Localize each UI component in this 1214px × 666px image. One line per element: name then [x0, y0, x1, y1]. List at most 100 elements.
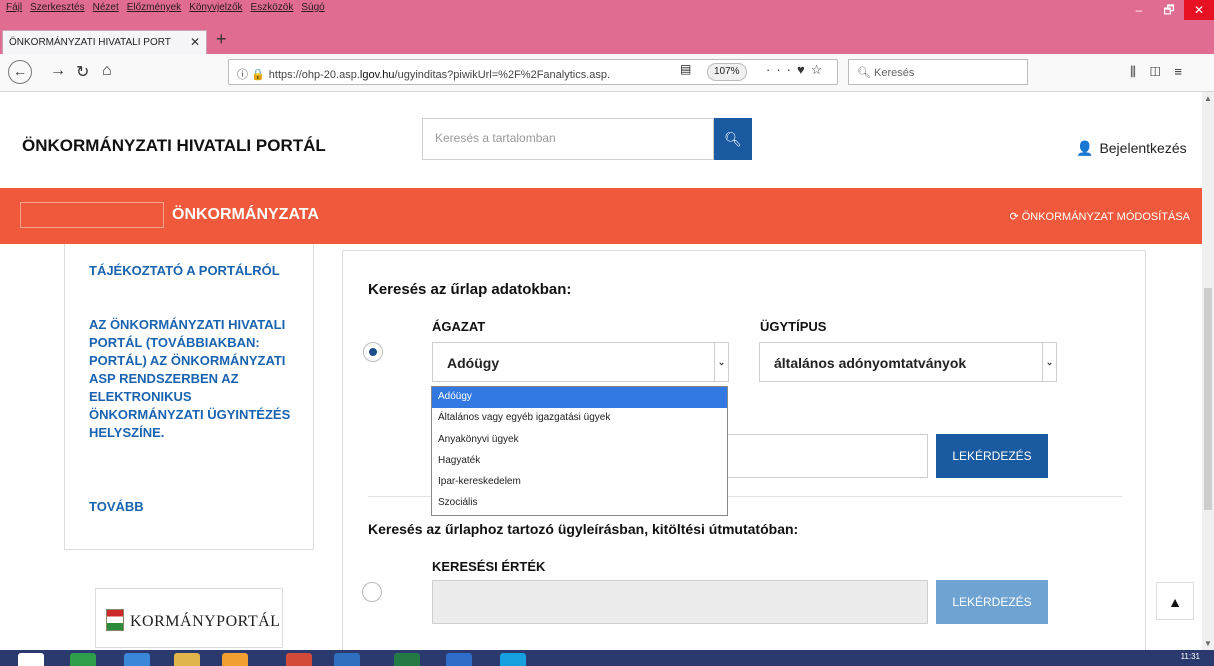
minimize-button[interactable]: –	[1124, 0, 1154, 20]
menu-bar: Fájl Szerkesztés Nézet Előzmények Könyvj…	[6, 2, 325, 13]
lock-icon: 🔒	[251, 69, 265, 81]
keresesi-ertek-label: KERESÉSI ÉRTÉK	[432, 559, 546, 574]
ugytipus-selected-value: általános adónyomtatványok	[774, 355, 967, 371]
chevron-down-icon: ⌄	[714, 343, 728, 381]
login-label: Bejelentkezés	[1099, 140, 1187, 156]
page-scrollbar[interactable]: ▲ ▼	[1202, 92, 1214, 650]
browser-search-input[interactable]: 🔍︎ Keresés	[848, 59, 1028, 85]
query-button[interactable]: LEKÉRDEZÉS	[936, 434, 1048, 478]
kormanyportal-text: KORMÁNYPORTÁL	[130, 613, 281, 630]
menu-history[interactable]: Előzmények	[127, 2, 181, 13]
library-icon[interactable]: ⫼	[1130, 64, 1150, 79]
url-host: lgov.hu	[359, 69, 395, 81]
search-icon: 🔍︎	[724, 131, 742, 147]
menu-bookmarks[interactable]: Könyvjelzők	[189, 2, 242, 13]
browser-tab[interactable]: ÖNKORMÁNYZATI HIVATALI PORT ✕	[2, 30, 207, 54]
dropdown-option[interactable]: Hagyaték	[432, 451, 727, 472]
pocket-icon[interactable]: ♥	[797, 62, 811, 77]
window-controls: – 🗗 ✕	[1124, 0, 1214, 20]
home-icon[interactable]: ⌂	[102, 62, 112, 80]
url-prefix: https://ohp-20.asp.	[268, 69, 360, 81]
dropdown-option[interactable]: Anyakönyvi ügyek	[432, 430, 727, 451]
refresh-icon: ⟳	[1009, 211, 1019, 223]
change-municipality-link[interactable]: ⟳ ÖNKORMÁNYZAT MÓDOSÍTÁSA	[1009, 210, 1190, 223]
more-actions-icon[interactable]: ···	[766, 62, 797, 77]
scroll-down-icon[interactable]: ▼	[1204, 639, 1212, 648]
description-search-heading: Keresés az űrlaphoz tartozó ügyleírásban…	[368, 521, 799, 537]
menu-view[interactable]: Nézet	[93, 2, 119, 13]
change-municipality-label: ÖNKORMÁNYZAT MÓDOSÍTÁSA	[1021, 211, 1190, 223]
page-actions: ···♥☆	[766, 62, 828, 78]
back-button[interactable]: ←	[8, 60, 32, 84]
login-link[interactable]: 👤 Bejelentkezés	[1076, 140, 1187, 157]
start-icon[interactable]	[18, 653, 44, 666]
menu-edit[interactable]: Szerkesztés	[30, 2, 84, 13]
form-search-heading: Keresés az űrlap adatokban:	[368, 281, 572, 298]
reader-view-icon[interactable]: ▤	[680, 62, 691, 76]
tab-close-icon[interactable]: ✕	[190, 35, 200, 49]
firefox-icon[interactable]	[222, 653, 248, 666]
sidebar-more-link[interactable]: TOVÁBB	[89, 498, 309, 516]
tab-strip: ÖNKORMÁNYZATI HIVATALI PORT ✕	[0, 28, 1214, 54]
ie-icon[interactable]	[124, 653, 150, 666]
user-icon: 👤	[1076, 140, 1094, 156]
scrollbar-thumb[interactable]	[1204, 288, 1212, 510]
windows-taskbar: 11:31	[0, 650, 1214, 666]
sidebar-link-about[interactable]: TÁJÉKOZTATÓ A PORTÁLRÓL	[89, 262, 309, 280]
ugytipus-select[interactable]: általános adónyomtatványok ⌄	[759, 342, 1057, 382]
form-search-radio[interactable]	[363, 342, 383, 362]
info-icon[interactable]: ⓘ	[237, 69, 248, 81]
agazat-select[interactable]: Adóügy ⌄	[432, 342, 729, 382]
chrome-icon[interactable]	[286, 653, 312, 666]
portal-title[interactable]: ÖNKORMÁNYZATI HIVATALI PORTÁL	[22, 136, 326, 156]
explorer-icon[interactable]	[174, 653, 200, 666]
hamburger-menu-icon[interactable]: ≡	[1174, 64, 1196, 79]
dropdown-option[interactable]: Adóügy	[432, 387, 727, 409]
forward-button[interactable]: →	[50, 62, 66, 80]
hungary-coat-of-arms-icon	[106, 609, 124, 631]
taskbar-app-icon[interactable]	[70, 653, 96, 666]
excel-icon[interactable]	[394, 653, 420, 666]
dropdown-option[interactable]: Általános vagy egyéb igazgatási ügyek	[432, 408, 727, 429]
new-tab-button[interactable]: +	[216, 29, 227, 50]
browser-search-placeholder: Keresés	[874, 67, 915, 79]
browser-titlebar: Fájl Szerkesztés Nézet Előzmények Könyvj…	[0, 0, 1214, 28]
kormanyportal-banner[interactable]: KORMÁNYPORTÁL	[95, 588, 283, 648]
maximize-button[interactable]: 🗗	[1154, 0, 1184, 20]
municipality-placeholder	[20, 202, 164, 228]
skype-icon[interactable]	[500, 653, 526, 666]
zoom-badge[interactable]: 107%	[707, 63, 747, 81]
close-window-button[interactable]: ✕	[1184, 0, 1214, 20]
word-icon[interactable]	[334, 653, 360, 666]
scroll-up-icon[interactable]: ▲	[1204, 94, 1212, 103]
reload-icon[interactable]: ↻	[76, 62, 89, 82]
dropdown-option[interactable]: Ipar-kereskedelem	[432, 472, 727, 493]
agazat-label: ÁGAZAT	[432, 319, 486, 334]
url-rest: /ugyinditas?piwikUrl=%2F%2Fanalytics.asp…	[394, 69, 611, 81]
menu-file[interactable]: Fájl	[6, 2, 22, 13]
search-icon: 🔍︎	[857, 67, 871, 79]
sidebar-toggle-icon[interactable]: ◫	[1150, 64, 1174, 79]
back-to-top-button[interactable]: ▲	[1156, 582, 1194, 620]
query-button-disabled[interactable]: LEKÉRDEZÉS	[936, 580, 1048, 624]
menu-help[interactable]: Súgó	[301, 2, 324, 13]
municipality-name: ÖNKORMÁNYZATA	[172, 206, 319, 223]
navigation-bar: ← → ↻ ⌂ ⓘ 🔒 https://ohp-20.asp.lgov.hu/ug…	[0, 54, 1214, 92]
toolbar-right: ⫼◫≡	[1130, 64, 1196, 80]
chevron-up-icon: ▲	[1168, 594, 1182, 610]
site-header: ÖNKORMÁNYZATI HIVATALI PORTÁL Keresés a …	[0, 92, 1202, 188]
menu-tools[interactable]: Eszközök	[251, 2, 294, 13]
site-search-input[interactable]: Keresés a tartalomban	[422, 118, 714, 160]
bookmark-star-icon[interactable]: ☆	[811, 62, 829, 77]
taskbar-clock[interactable]: 11:31	[1181, 652, 1200, 661]
keresesi-ertek-input[interactable]	[432, 580, 928, 624]
site-search-button[interactable]: 🔍︎	[714, 118, 752, 160]
agazat-selected-value: Adóügy	[447, 355, 500, 371]
tab-title: ÖNKORMÁNYZATI HIVATALI PORT	[9, 37, 171, 48]
agazat-dropdown-list: Adóügy Általános vagy egyéb igazgatási ü…	[431, 386, 728, 516]
chevron-down-icon: ⌄	[1042, 343, 1056, 381]
sidebar-link-description[interactable]: AZ ÖNKORMÁNYZATI HIVATALI PORTÁL (TOVÁBB…	[89, 316, 309, 442]
description-search-radio[interactable]	[362, 582, 382, 602]
outlook-icon[interactable]	[446, 653, 472, 666]
dropdown-option[interactable]: Szociális	[432, 493, 727, 514]
